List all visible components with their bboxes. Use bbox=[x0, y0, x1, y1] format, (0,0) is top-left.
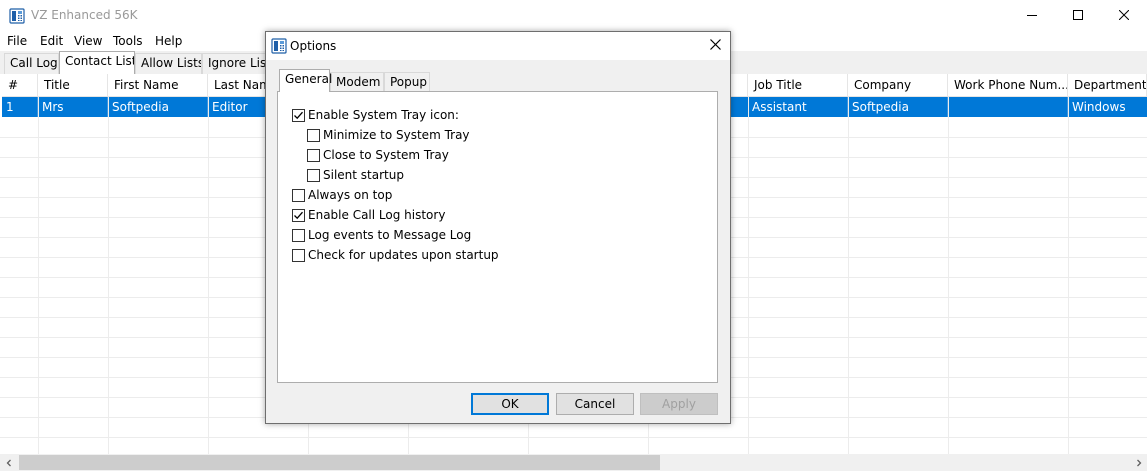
cell-job-title: Assistant bbox=[748, 97, 848, 117]
check-for-updates-checkbox[interactable] bbox=[292, 248, 305, 262]
window-title: VZ Enhanced 56K bbox=[31, 8, 138, 22]
enable-system-tray-checkbox-row[interactable]: Enable System Tray icon: bbox=[292, 107, 459, 123]
general-tab-panel: Enable System Tray icon: Minimize to Syst… bbox=[277, 91, 718, 383]
close-icon bbox=[1118, 9, 1130, 23]
close-to-tray-label: Close to System Tray bbox=[323, 148, 449, 162]
scroll-left-button[interactable] bbox=[0, 454, 17, 471]
chevron-left-icon bbox=[5, 456, 13, 470]
grid-vline bbox=[748, 97, 749, 454]
menu-file[interactable]: File bbox=[7, 33, 27, 49]
column-header-company[interactable]: Company bbox=[848, 74, 948, 97]
dialog-title-bar: Options bbox=[266, 32, 730, 60]
log-events-label: Log events to Message Log bbox=[308, 228, 472, 242]
chevron-right-icon bbox=[1135, 456, 1143, 470]
maximize-icon bbox=[1073, 9, 1083, 23]
enable-system-tray-checkbox[interactable] bbox=[292, 108, 305, 122]
menu-view[interactable]: View bbox=[74, 33, 102, 49]
column-header-first-name[interactable]: First Name bbox=[108, 74, 208, 97]
grid-vline bbox=[38, 97, 39, 454]
minimize-button[interactable] bbox=[1009, 0, 1055, 31]
grid-vline bbox=[108, 97, 109, 454]
phone-icon bbox=[271, 38, 287, 54]
tab-modem[interactable]: Modem bbox=[330, 72, 384, 91]
dialog-title: Options bbox=[290, 39, 337, 53]
tab-general[interactable]: General bbox=[279, 69, 332, 92]
grid-vline bbox=[848, 97, 849, 454]
tab-call-log[interactable]: Call Log bbox=[4, 53, 59, 74]
close-to-tray-checkbox[interactable] bbox=[307, 148, 320, 162]
check-for-updates-checkbox-row[interactable]: Check for updates upon startup bbox=[292, 247, 499, 263]
check-for-updates-label: Check for updates upon startup bbox=[308, 248, 499, 262]
menu-tools[interactable]: Tools bbox=[113, 33, 143, 49]
menu-help[interactable]: Help bbox=[155, 33, 182, 49]
silent-startup-checkbox[interactable] bbox=[307, 168, 320, 182]
dialog-close-button[interactable] bbox=[700, 32, 730, 60]
tab-ignore-lists[interactable]: Ignore Lists bbox=[202, 53, 268, 74]
column-header-number[interactable]: # bbox=[2, 74, 38, 97]
ok-button[interactable]: OK bbox=[471, 393, 549, 415]
checkmark-icon bbox=[294, 211, 303, 219]
cell-work-phone bbox=[948, 97, 1068, 117]
grid-hline bbox=[0, 437, 1147, 438]
silent-startup-label: Silent startup bbox=[323, 168, 404, 182]
log-events-checkbox[interactable] bbox=[292, 228, 305, 242]
cell-title: Mrs bbox=[38, 97, 108, 117]
tab-popup[interactable]: Popup bbox=[384, 72, 430, 91]
column-header-department[interactable]: Department bbox=[1068, 74, 1147, 97]
checkmark-icon bbox=[294, 111, 303, 119]
cancel-button[interactable]: Cancel bbox=[556, 393, 634, 415]
silent-startup-checkbox-row[interactable]: Silent startup bbox=[307, 167, 404, 183]
grid-vline bbox=[208, 97, 209, 454]
title-bar: VZ Enhanced 56K bbox=[0, 0, 1147, 31]
menu-edit[interactable]: Edit bbox=[40, 33, 63, 49]
apply-button[interactable]: Apply bbox=[640, 393, 718, 415]
scroll-right-button[interactable] bbox=[1130, 454, 1147, 471]
tab-allow-lists[interactable]: Allow Lists bbox=[135, 53, 202, 74]
column-header-job-title[interactable]: Job Title bbox=[748, 74, 848, 97]
cell-company: Softpedia bbox=[848, 97, 948, 117]
enable-call-log-history-label: Enable Call Log history bbox=[308, 208, 446, 222]
cell-number: 1 bbox=[2, 97, 38, 117]
minimize-to-tray-checkbox-row[interactable]: Minimize to System Tray bbox=[307, 127, 470, 143]
grid-vline bbox=[1068, 97, 1069, 454]
always-on-top-checkbox-row[interactable]: Always on top bbox=[292, 187, 392, 203]
cell-department: Windows bbox=[1072, 100, 1126, 114]
enable-call-log-history-checkbox[interactable] bbox=[292, 208, 305, 222]
minimize-to-tray-checkbox[interactable] bbox=[307, 128, 320, 142]
enable-call-log-history-checkbox-row[interactable]: Enable Call Log history bbox=[292, 207, 445, 223]
always-on-top-checkbox[interactable] bbox=[292, 188, 305, 202]
minimize-to-tray-label: Minimize to System Tray bbox=[323, 128, 470, 142]
options-dialog: Options General Modem Popup Enable Syste… bbox=[265, 31, 731, 424]
log-events-checkbox-row[interactable]: Log events to Message Log bbox=[292, 227, 471, 243]
always-on-top-label: Always on top bbox=[308, 188, 393, 202]
phone-icon bbox=[9, 8, 25, 24]
enable-system-tray-label: Enable System Tray icon: bbox=[308, 108, 459, 122]
cell-first-name: Softpedia bbox=[108, 97, 208, 117]
maximize-button[interactable] bbox=[1055, 0, 1101, 31]
horizontal-scrollbar[interactable] bbox=[0, 454, 1147, 471]
minimize-icon bbox=[1027, 9, 1037, 23]
grid-vline bbox=[948, 97, 949, 454]
close-button[interactable] bbox=[1101, 0, 1147, 31]
scroll-thumb[interactable] bbox=[19, 455, 660, 470]
column-header-work-phone[interactable]: Work Phone Num... bbox=[948, 74, 1068, 97]
close-icon bbox=[709, 39, 721, 53]
tab-contact-list[interactable]: Contact List bbox=[59, 51, 135, 74]
close-to-tray-checkbox-row[interactable]: Close to System Tray bbox=[307, 147, 449, 163]
column-header-title[interactable]: Title bbox=[38, 74, 108, 97]
